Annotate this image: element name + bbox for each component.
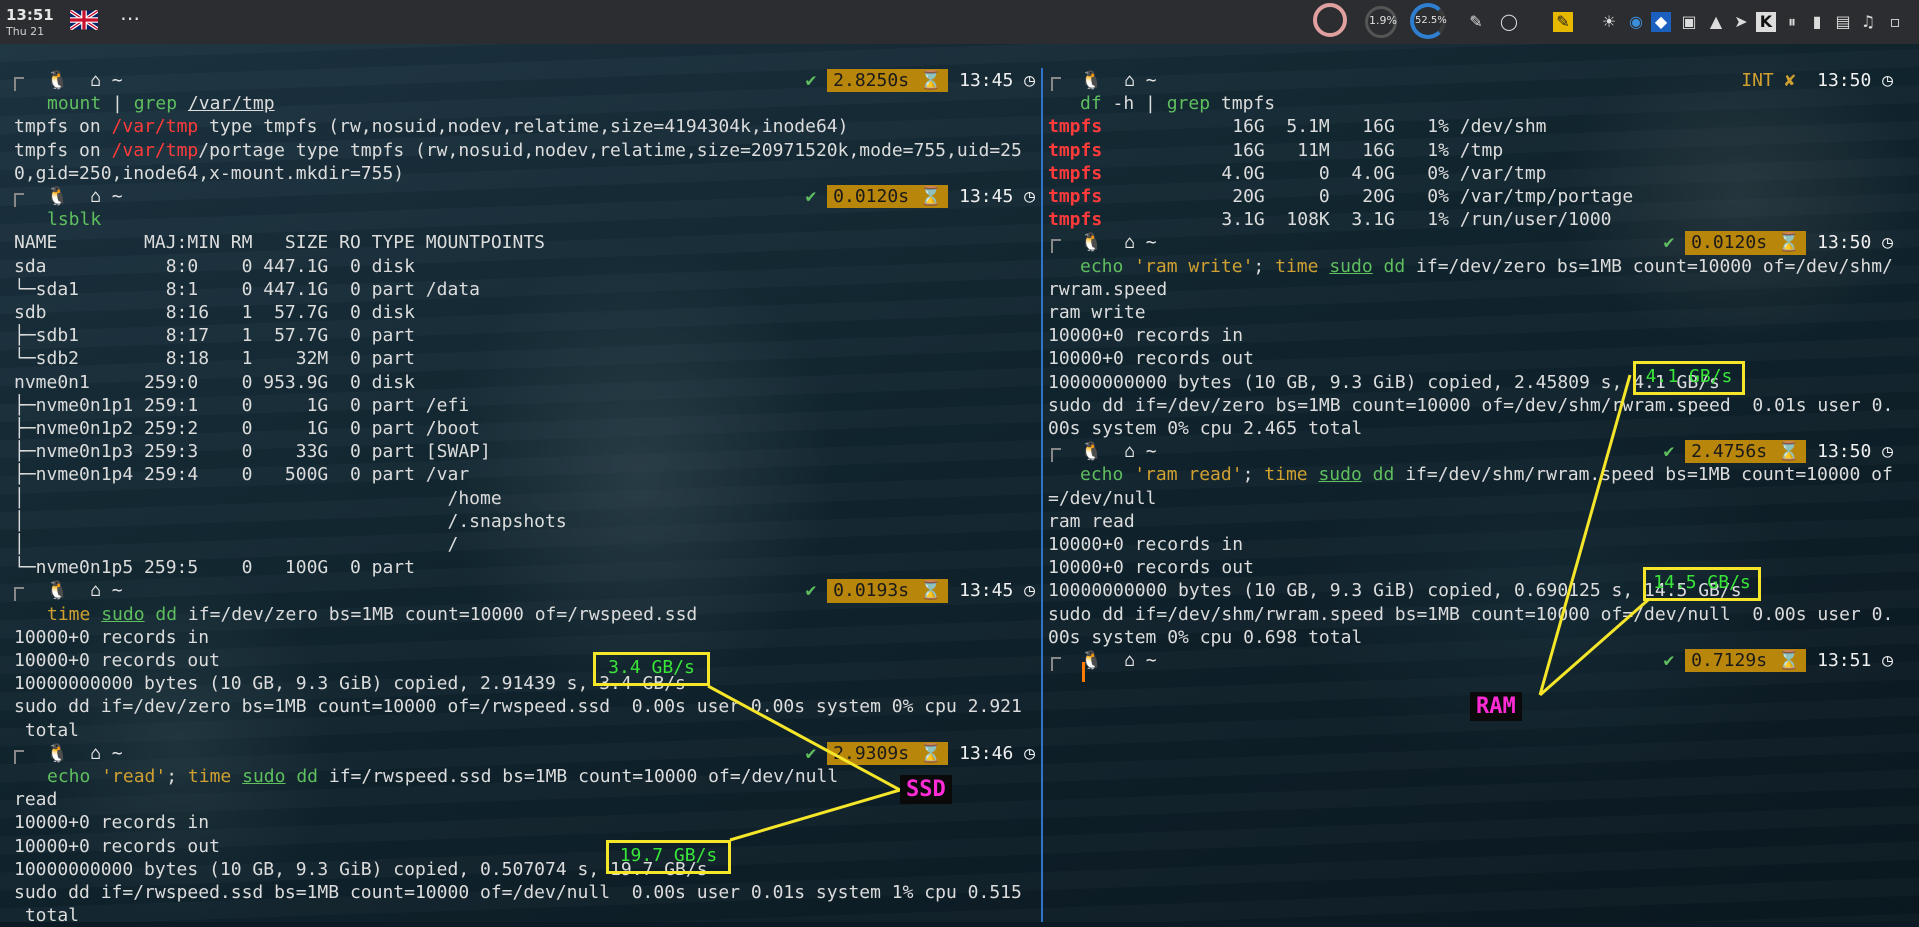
ssd-label: SSD — [900, 775, 952, 804]
ram-write-speed-highlight: 4.1 GB/s — [1633, 361, 1745, 395]
ssd-read-speed-highlight: 19.7 GB/s — [606, 840, 731, 874]
annotation-lines — [707, 374, 1649, 842]
ssd-write-speed-highlight: 3.4 GB/s — [593, 652, 710, 686]
terminal-cursor — [1082, 662, 1085, 682]
ram-label: RAM — [1470, 692, 1522, 721]
ram-read-speed-highlight: 14.5 GB/s — [1643, 567, 1761, 601]
